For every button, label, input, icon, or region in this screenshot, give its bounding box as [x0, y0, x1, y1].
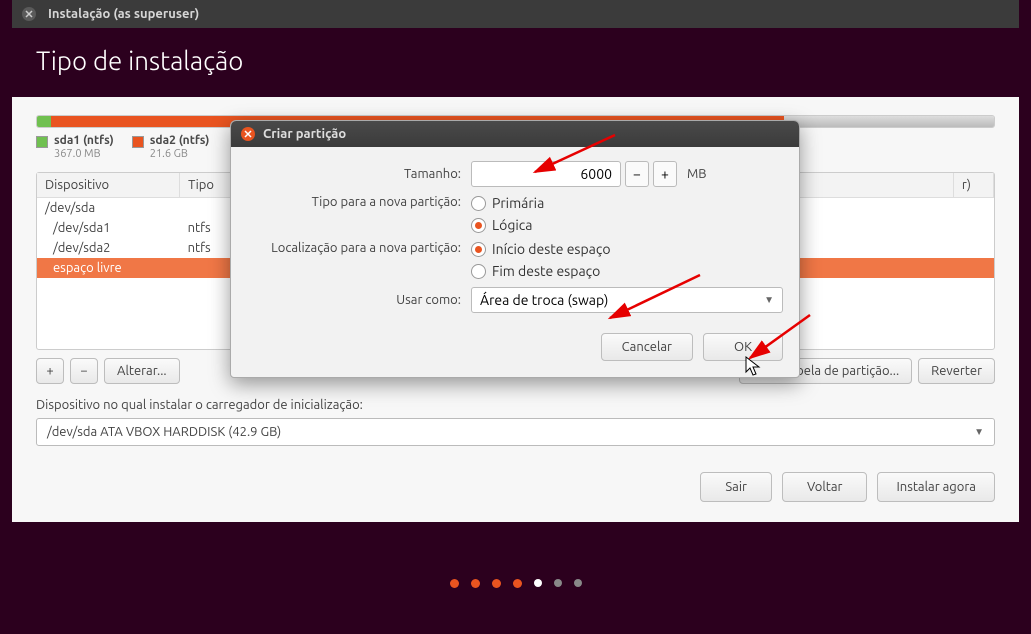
legend-name: sda2 (ntfs): [150, 134, 210, 148]
legend-size: 367.0 MB: [54, 148, 114, 161]
size-decrement-button[interactable]: −: [625, 161, 649, 187]
ok-button[interactable]: OK: [703, 333, 783, 361]
size-label: Tamanho:: [247, 167, 471, 181]
radio-icon: [471, 218, 486, 233]
pager-dot: [513, 579, 522, 588]
legend-size: 21.6 GB: [150, 148, 210, 161]
wizard-buttons: Sair Voltar Instalar agora: [36, 472, 995, 502]
dialog-close-icon[interactable]: [241, 127, 255, 141]
legend-item-sda2: sda2 (ntfs) 21.6 GB: [132, 134, 210, 162]
radio-icon: [471, 242, 486, 257]
create-partition-dialog: Criar partição Tamanho: − + MB Tipo para…: [230, 120, 800, 378]
legend-item-sda1: sda1 (ntfs) 367.0 MB: [36, 134, 114, 162]
pager-dot-current: [534, 579, 542, 587]
change-partition-button[interactable]: Alterar...: [104, 358, 180, 384]
legend-swatch: [132, 136, 144, 148]
remove-partition-button[interactable]: −: [70, 358, 98, 384]
cancel-button[interactable]: Cancelar: [601, 333, 693, 361]
size-unit: MB: [687, 167, 707, 181]
pager-dot: [450, 579, 459, 588]
chevron-down-icon: ▼: [764, 294, 774, 306]
add-partition-button[interactable]: +: [36, 358, 64, 384]
use-as-value: Área de troca (swap): [480, 292, 608, 308]
dialog-title: Criar partição: [263, 127, 346, 141]
legend-swatch: [36, 136, 48, 148]
radio-logical[interactable]: Lógica: [471, 217, 544, 233]
titlebar[interactable]: Instalação (as superuser): [12, 0, 1019, 28]
col-dispositivo[interactable]: Dispositivo: [37, 173, 180, 198]
dialog-titlebar[interactable]: Criar partição: [231, 121, 799, 147]
radio-primary[interactable]: Primária: [471, 195, 544, 211]
radio-end[interactable]: Fim deste espaço: [471, 263, 611, 279]
legend-name: sda1 (ntfs): [54, 134, 114, 148]
revert-button[interactable]: Reverter: [918, 358, 995, 384]
use-as-label: Usar como:: [247, 293, 471, 307]
back-button[interactable]: Voltar: [782, 472, 868, 502]
size-increment-button[interactable]: +: [653, 161, 677, 187]
pager-dot: [554, 579, 562, 587]
disk-seg-sda1: [37, 116, 51, 127]
bootloader-value: /dev/sda ATA VBOX HARDDISK (42.9 GB): [47, 425, 281, 439]
chevron-down-icon: ▼: [974, 426, 984, 438]
pager-dot: [492, 579, 501, 588]
window-title: Instalação (as superuser): [48, 7, 199, 21]
radio-icon: [471, 196, 486, 211]
disk-seg-free: [784, 116, 994, 127]
size-input[interactable]: [471, 161, 621, 187]
location-label: Localização para a nova partição:: [247, 241, 471, 255]
pager-dot: [471, 579, 480, 588]
pager-dot: [574, 579, 582, 587]
bootloader-label: Dispositivo no qual instalar o carregado…: [36, 398, 995, 412]
col-6[interactable]: r): [953, 173, 993, 198]
use-as-select[interactable]: Área de troca (swap) ▼: [471, 287, 783, 313]
type-label: Tipo para a nova partição:: [247, 195, 471, 209]
bootloader-select[interactable]: /dev/sda ATA VBOX HARDDISK (42.9 GB) ▼: [36, 418, 995, 446]
radio-begin[interactable]: Início deste espaço: [471, 241, 611, 257]
page-title: Tipo de instalação: [12, 28, 1019, 97]
radio-icon: [471, 264, 486, 279]
quit-button[interactable]: Sair: [700, 472, 772, 502]
install-now-button[interactable]: Instalar agora: [877, 472, 995, 502]
pager: [0, 579, 1031, 588]
close-icon[interactable]: [22, 7, 36, 21]
